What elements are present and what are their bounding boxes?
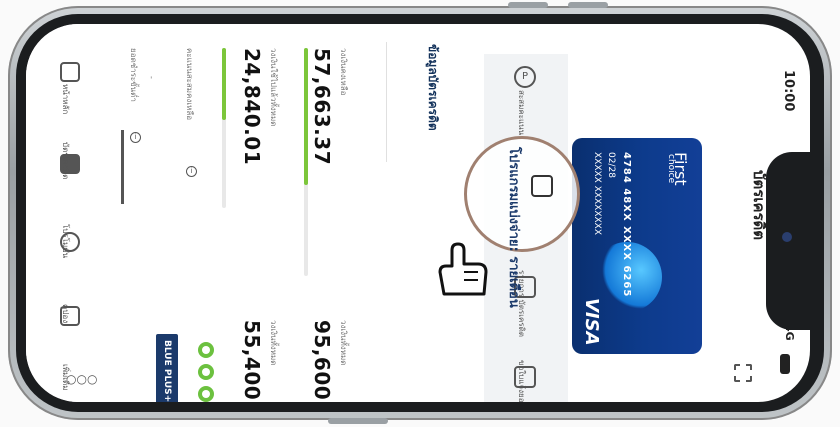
action-label: สะสมคะแนน: [517, 90, 526, 136]
installment-button[interactable]: โปรแกรมแบ่งจ่าย: รายเดือน: [464, 136, 580, 308]
card-brand-sub: choice: [666, 154, 676, 184]
status-dots: [198, 342, 214, 402]
action-label: ขอใบแจ้งยอด อีเมลล์: [517, 360, 526, 402]
used-label: วงเงินใช้ไปแล้วทั้งหมด: [269, 48, 278, 127]
card-network: VISA: [581, 298, 602, 346]
card-expiry: 02/28: [606, 152, 616, 178]
divider: [386, 42, 387, 162]
card-number: 4784 48XX XXXX 6265: [621, 152, 632, 298]
tab-label: บัตรเครดิต: [61, 142, 70, 180]
installment-icon: [531, 175, 553, 197]
points-icon: P: [514, 66, 536, 88]
info-title: ข้อมูลบัตรเครดิต: [426, 44, 440, 131]
used-progress-fill: [222, 48, 226, 120]
used-value: 24,840.01: [240, 48, 264, 166]
tab-label: คูปอง: [61, 304, 70, 324]
home-icon: [60, 62, 80, 82]
tab-label: เพิ่มเติม: [61, 364, 70, 391]
volume-button: [568, 2, 608, 8]
card-holder: XXXXX XXXXXXXX: [592, 152, 602, 236]
available-progress-fill: [304, 48, 308, 185]
available-value: 57,663.37: [310, 48, 334, 166]
limit-label: วงเงินทั้งหมด: [269, 320, 278, 366]
available-label: วงเงินคงเหลือ: [339, 48, 348, 96]
status-dot: [198, 386, 214, 402]
used-progress-bar: [222, 48, 226, 208]
battery-icon: [780, 354, 790, 374]
hand-pointer-icon: [438, 242, 488, 296]
tab-label: โปรโมชั่น: [61, 224, 70, 259]
installment-label: โปรแกรมแบ่งจ่าย: รายเดือน: [506, 147, 521, 308]
status-dot: [198, 364, 214, 380]
status-dot: [198, 342, 214, 358]
scan-icon[interactable]: [734, 364, 752, 382]
tab-label: หน้าหลัก: [61, 84, 70, 115]
limit-value: 55,400: [240, 320, 264, 401]
power-button: [328, 418, 388, 424]
tab-bar: หน้าหลัก บัตรเครดิต โปรโมชั่น คูปอง ○○○ …: [26, 24, 124, 402]
camera-icon: [782, 232, 792, 242]
info-icon[interactable]: i: [186, 166, 197, 177]
info-icon[interactable]: i: [130, 132, 141, 143]
points-value: -: [147, 76, 156, 79]
screen: 10:00 4G บัตรเครดิต First choice 4784 48…: [26, 24, 810, 402]
points-label: คะแนนสะสมคงเหลือ: [185, 48, 194, 121]
volume-button: [508, 2, 548, 8]
total-value: 95,600: [310, 320, 334, 401]
tier-badge-label: BLUE PLUS+: [162, 340, 172, 402]
tier-badge: BLUE PLUS+: [156, 334, 178, 402]
credit-card[interactable]: First choice 4784 48XX XXXX 6265 02/28 X…: [572, 138, 702, 354]
active-tab-indicator: [121, 130, 124, 204]
available-progress-bar: [304, 48, 308, 276]
total-label: วงเงินทั้งหมด: [339, 320, 348, 366]
min-payment-label: ยอดชำระขั้นต่ำ: [129, 48, 138, 102]
status-time: 10:00: [781, 70, 796, 112]
notch: [766, 152, 810, 330]
